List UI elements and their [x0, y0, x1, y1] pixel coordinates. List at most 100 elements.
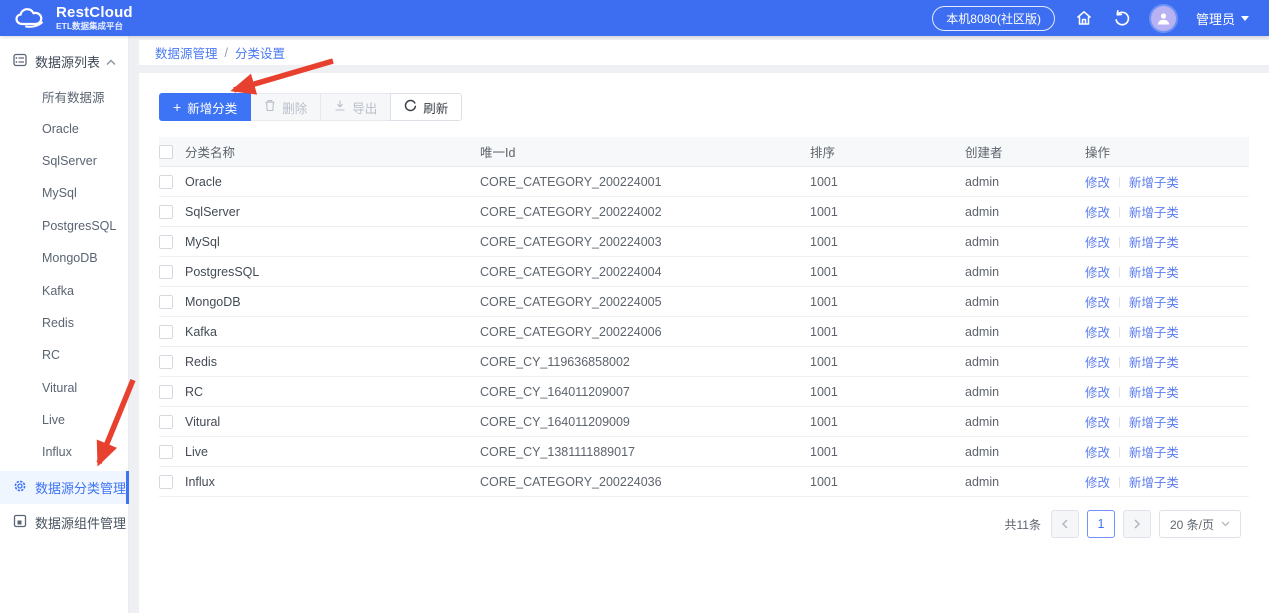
row-checkbox[interactable] [159, 444, 173, 459]
toolbar: + 新增分类 删除 导出 刷新 [159, 93, 1249, 121]
next-page-button[interactable] [1122, 510, 1151, 538]
add-child-link[interactable]: 新增子类 [1129, 172, 1179, 191]
cell-creator: admin [965, 234, 1000, 249]
add-child-link[interactable]: 新增子类 [1129, 262, 1179, 281]
edit-link[interactable]: 修改 [1085, 322, 1110, 341]
row-checkbox[interactable] [159, 354, 173, 369]
sidebar-item-sqlserver[interactable]: SqlServer [0, 145, 128, 177]
refresh-button[interactable]: 刷新 [390, 93, 463, 121]
add-child-link[interactable]: 新增子类 [1129, 442, 1179, 461]
add-category-button[interactable]: + 新增分类 [159, 93, 252, 121]
action-separator: | [1118, 205, 1121, 218]
add-child-link[interactable]: 新增子类 [1129, 382, 1179, 401]
add-child-link[interactable]: 新增子类 [1129, 412, 1179, 431]
row-checkbox[interactable] [159, 384, 173, 399]
edit-link[interactable]: 修改 [1085, 442, 1110, 461]
edit-link[interactable]: 修改 [1085, 472, 1110, 491]
sidebar-item-category-management[interactable]: 数据源分类管理 [0, 470, 129, 504]
action-separator: | [1118, 265, 1121, 278]
cell-creator: admin [965, 414, 1000, 429]
chevron-down-icon [1241, 15, 1249, 21]
add-child-link[interactable]: 新增子类 [1129, 322, 1179, 341]
cell-creator: admin [965, 384, 1000, 399]
row-checkbox[interactable] [159, 294, 173, 309]
delete-button[interactable]: 删除 [250, 93, 322, 121]
sidebar-item-rc[interactable]: RC [0, 339, 128, 371]
edit-link[interactable]: 修改 [1085, 172, 1110, 191]
edit-link[interactable]: 修改 [1085, 382, 1110, 401]
sidebar-item-live[interactable]: Live [0, 404, 128, 436]
breadcrumb: 数据源管理 / 分类设置 [139, 40, 1269, 65]
table-row: RC CORE_CY_164011209007 1001 admin 修改 | 新增… [159, 377, 1249, 407]
edit-link[interactable]: 修改 [1085, 232, 1110, 251]
user-avatar[interactable] [1150, 5, 1176, 31]
select-all-checkbox[interactable] [159, 144, 173, 159]
env-badge[interactable]: 本机8080(社区版) [932, 5, 1055, 31]
row-checkbox[interactable] [159, 204, 173, 219]
cell-id: CORE_CATEGORY_200224005 [480, 294, 662, 309]
add-child-link[interactable]: 新增子类 [1129, 472, 1179, 491]
edit-link[interactable]: 修改 [1085, 262, 1110, 281]
export-button[interactable]: 导出 [320, 93, 392, 121]
cell-name: Live [185, 444, 208, 459]
edit-link[interactable]: 修改 [1085, 412, 1110, 431]
breadcrumb-parent[interactable]: 数据源管理 [155, 43, 218, 62]
row-checkbox[interactable] [159, 324, 173, 339]
edit-link[interactable]: 修改 [1085, 352, 1110, 371]
row-checkbox[interactable] [159, 264, 173, 279]
cell-order: 1001 [810, 174, 838, 189]
prev-page-button[interactable] [1050, 510, 1079, 538]
add-child-link[interactable]: 新增子类 [1129, 352, 1179, 371]
page-number[interactable]: 1 [1086, 510, 1115, 538]
cell-order: 1001 [810, 414, 838, 429]
table-row: Redis CORE_CY_119636858002 1001 admin 修改… [159, 347, 1249, 377]
cell-order: 1001 [810, 234, 838, 249]
breadcrumb-current[interactable]: 分类设置 [235, 43, 285, 62]
cell-creator: admin [965, 264, 1000, 279]
sidebar-item-oracle[interactable]: Oracle [0, 112, 128, 144]
add-child-link[interactable]: 新增子类 [1129, 202, 1179, 221]
page-size-select[interactable]: 20 条/页 [1158, 510, 1241, 538]
cell-name: Influx [185, 474, 215, 489]
add-child-link[interactable]: 新增子类 [1129, 292, 1179, 311]
sidebar-item-vitural[interactable]: Vitural [0, 372, 128, 404]
sidebar-item-influx[interactable]: Influx [0, 436, 128, 468]
sidebar-item-kafka[interactable]: Kafka [0, 274, 128, 306]
app-header: RestCloud ETL数据集成平台 本机8080(社区版) 管理员 [0, 0, 1269, 36]
cell-name: Oracle [185, 174, 222, 189]
sidebar-item-mysql[interactable]: MySql [0, 177, 128, 209]
logo-subtitle: ETL数据集成平台 [56, 20, 124, 31]
cell-creator: admin [965, 324, 1000, 339]
edit-link[interactable]: 修改 [1085, 202, 1110, 221]
table-row: Live CORE_CY_1381111889017 1001 admin 修改… [159, 437, 1249, 467]
app-logo: RestCloud ETL数据集成平台 [14, 5, 133, 31]
cell-name: Vitural [185, 414, 221, 429]
edit-link[interactable]: 修改 [1085, 292, 1110, 311]
sidebar-item-postgressql[interactable]: PostgresSQL [0, 210, 128, 242]
sidebar-item-component-management[interactable]: 数据源组件管理 [0, 506, 128, 539]
row-checkbox[interactable] [159, 414, 173, 429]
cell-name: Kafka [185, 324, 217, 339]
sidebar-group-datasource-list[interactable]: 数据源列表 [0, 42, 128, 80]
sidebar-item-all-datasources[interactable]: 所有数据源 [0, 80, 128, 112]
row-checkbox[interactable] [159, 174, 173, 189]
add-child-link[interactable]: 新增子类 [1129, 232, 1179, 251]
cell-name: Redis [185, 354, 217, 369]
trash-icon [264, 99, 276, 115]
undo-icon[interactable] [1113, 9, 1131, 27]
chevron-down-icon [1221, 521, 1230, 527]
refresh-icon [404, 99, 417, 115]
header-name: 分类名称 [185, 146, 236, 160]
cell-order: 1001 [810, 324, 838, 339]
table-row: PostgresSQL CORE_CATEGORY_200224004 1001… [159, 257, 1249, 287]
sidebar-item-redis[interactable]: Redis [0, 307, 128, 339]
header-creator: 创建者 [965, 146, 1003, 160]
sidebar-item-mongodb[interactable]: MongoDB [0, 242, 128, 274]
page-size-value: 20 条/页 [1169, 517, 1214, 532]
home-icon[interactable] [1075, 9, 1093, 27]
row-checkbox[interactable] [159, 234, 173, 249]
cell-id: CORE_CATEGORY_200224006 [480, 324, 662, 339]
row-checkbox[interactable] [159, 474, 173, 489]
cell-order: 1001 [810, 474, 838, 489]
user-menu[interactable]: 管理员 [1196, 9, 1249, 28]
